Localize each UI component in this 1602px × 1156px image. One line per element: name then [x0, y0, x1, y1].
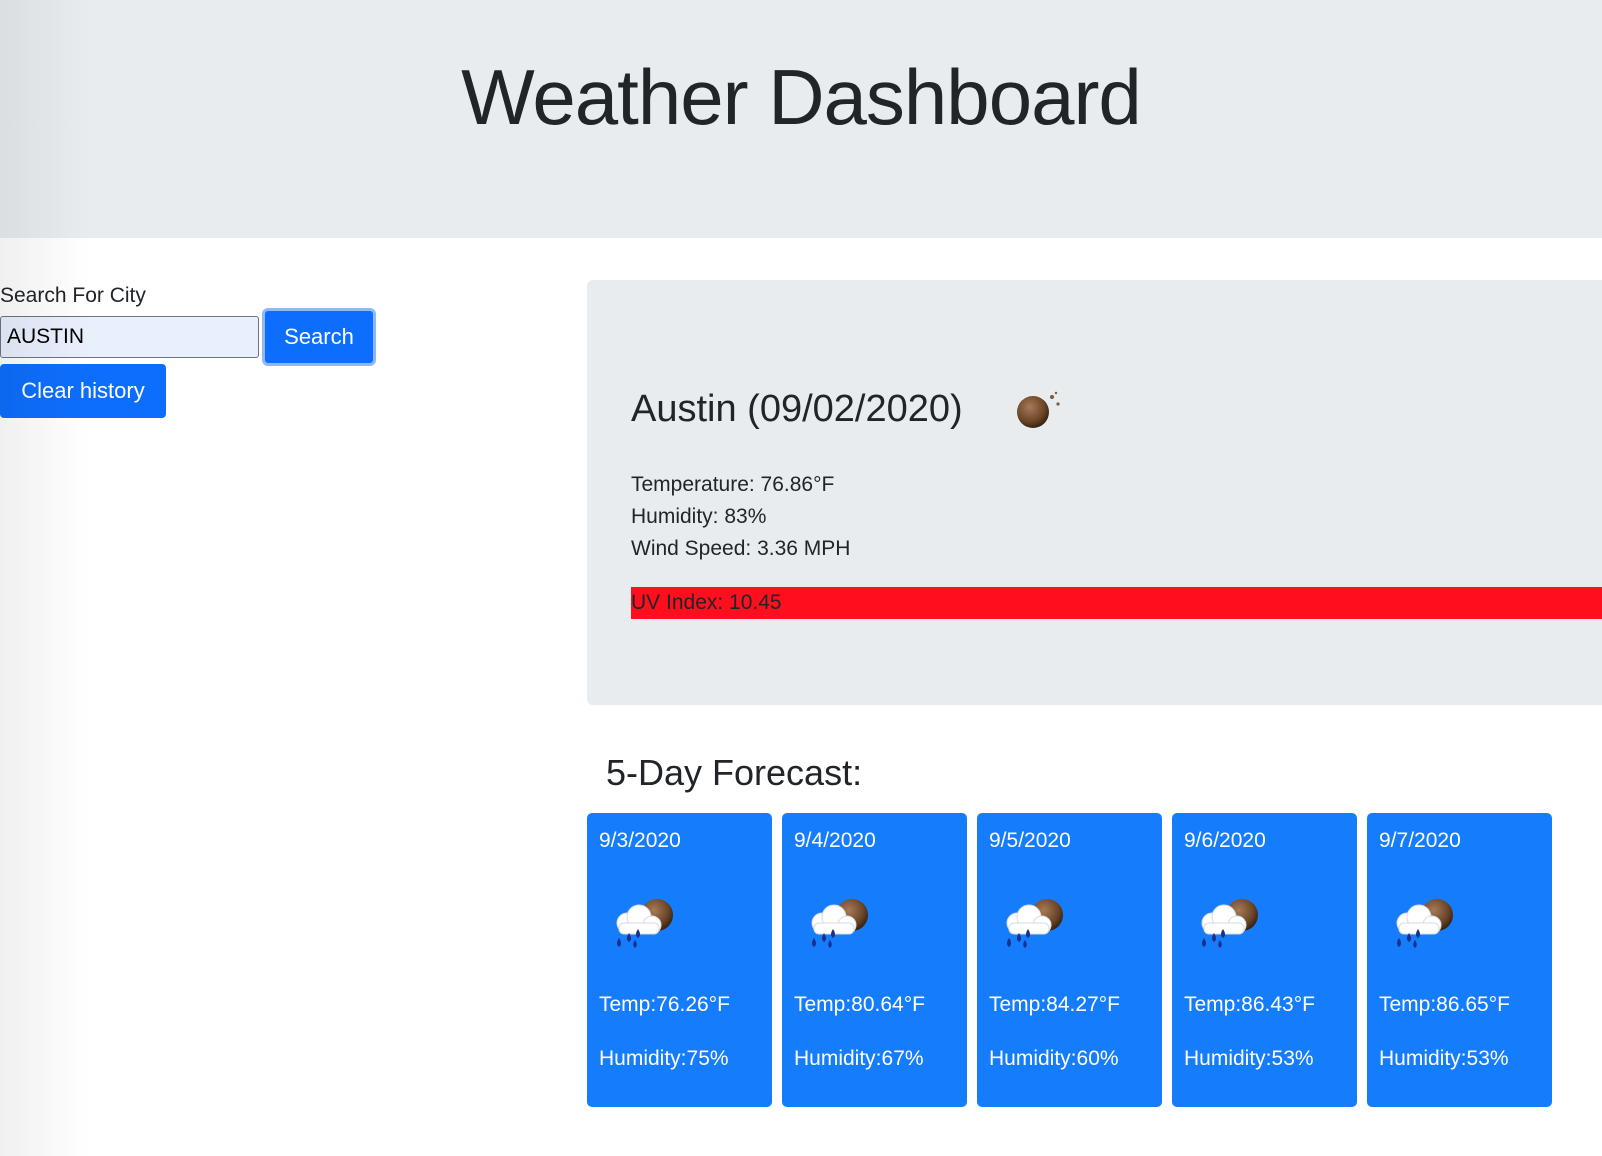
rain-cloud-night-icon: [1006, 898, 1064, 949]
page-title: Weather Dashboard: [461, 53, 1142, 141]
search-button[interactable]: Search: [262, 308, 376, 366]
forecast-humidity: Humidity:75%: [599, 1047, 729, 1070]
current-temperature: Temperature: 76.86°F: [631, 473, 835, 496]
clear-history-button[interactable]: Clear history: [0, 364, 166, 418]
moon-night-icon: [1017, 391, 1060, 428]
forecast-humidity: Humidity:53%: [1184, 1047, 1314, 1070]
forecast-temp: Temp:80.64°F: [794, 993, 925, 1016]
forecast-humidity: Humidity:67%: [794, 1047, 924, 1070]
forecast-date: 9/7/2020: [1379, 829, 1461, 852]
forecast-title: 5-Day Forecast:: [606, 752, 863, 793]
header-banner: Weather Dashboard: [0, 0, 1602, 238]
current-city-title: Austin (09/02/2020): [631, 388, 963, 430]
current-weather-panel: Austin (09/02/2020) Temperature: 76.86°F…: [587, 280, 1602, 705]
forecast-date: 9/4/2020: [794, 829, 876, 852]
forecast-temp: Temp:84.27°F: [989, 993, 1120, 1016]
city-search-input[interactable]: [0, 316, 259, 358]
rain-cloud-night-icon: [811, 898, 869, 949]
forecast-card: 9/6/2020 Temp:86.43°F Humidity:53%: [1172, 813, 1357, 1107]
forecast-temp: Temp:76.26°F: [599, 993, 730, 1016]
current-wind-speed: Wind Speed: 3.36 MPH: [631, 537, 851, 560]
forecast-card: 9/5/2020 Temp:84.27°F Humidity:60%: [977, 813, 1162, 1107]
forecast-date: 9/5/2020: [989, 829, 1071, 852]
forecast-humidity: Humidity:53%: [1379, 1047, 1509, 1070]
forecast-temp: Temp:86.43°F: [1184, 993, 1315, 1016]
search-label: Search For City: [0, 284, 146, 307]
forecast-date: 9/3/2020: [599, 829, 681, 852]
rain-cloud-night-icon: [1201, 898, 1259, 949]
forecast-temp: Temp:86.65°F: [1379, 993, 1510, 1016]
rain-cloud-night-icon: [1396, 898, 1454, 949]
uv-index-bar: UV Index: 10.45: [631, 587, 1602, 619]
forecast-card: 9/7/2020 Temp:86.65°F Humidity:53%: [1367, 813, 1552, 1107]
forecast-card: 9/3/2020 Temp:76.26°F Humidity:75%: [587, 813, 772, 1107]
forecast-humidity: Humidity:60%: [989, 1047, 1119, 1070]
forecast-card: 9/4/2020 Temp:80.64°F Humidity:67%: [782, 813, 967, 1107]
current-humidity: Humidity: 83%: [631, 505, 767, 528]
forecast-row: 9/3/2020 Temp:76.26°F Humidity:75% 9/4/2…: [587, 813, 1587, 1107]
forecast-date: 9/6/2020: [1184, 829, 1266, 852]
rain-cloud-night-icon: [616, 898, 674, 949]
